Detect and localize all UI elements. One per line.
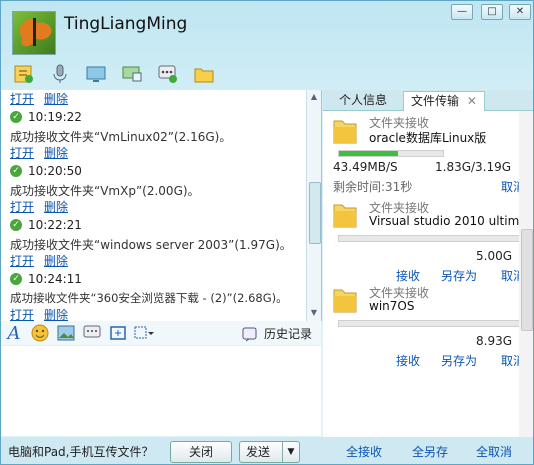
window-title: TingLiangMing (64, 14, 188, 34)
progress-bar (338, 320, 524, 327)
transfer-size: 1.83G/3.19G (435, 160, 512, 174)
qq-chat-window: TingLiangMing — □ ✕ 打开 删除 ✓ 10:19:22 成功接… (0, 0, 534, 465)
progress-fill (339, 151, 399, 156)
send-label: 发送 (246, 445, 271, 459)
transfer-scrollbar[interactable] (519, 111, 533, 437)
check-icon: ✓ (10, 273, 22, 285)
avatar[interactable] (12, 11, 56, 55)
tab-profile[interactable]: 个人信息 (331, 91, 395, 110)
file-name: win7OS (369, 299, 415, 313)
message-text: 成功接收文件夹“360安全浏览器下载 - (2)”(2.68G)。 (10, 291, 288, 305)
transfer-item-1: 文件夹接收 oracle数据库Linux版 43.49MB/S 1.83G/3.… (323, 111, 533, 195)
toolbar (11, 62, 217, 88)
open-link[interactable]: 打开 (10, 200, 34, 214)
delete-link[interactable]: 删除 (44, 200, 68, 214)
message-1: 打开 删除 ✓ 10:19:22 成功接收文件夹“VmLinux02”(2.16G)… (10, 90, 231, 145)
image-icon[interactable] (53, 322, 79, 344)
message-editor[interactable] (1, 346, 321, 436)
accept-all-link[interactable]: 全接收 (346, 443, 382, 460)
message-4: 打开 删除 ✓ 10:24:11 成功接收文件夹“360安全浏览器下载 - (2)”… (10, 252, 288, 306)
send-options-icon[interactable]: ▼ (282, 442, 299, 462)
open-link[interactable]: 打开 (10, 254, 34, 268)
delete-link[interactable]: 删除 (44, 146, 68, 160)
save-all-link[interactable]: 全另存 (412, 443, 448, 460)
check-icon: ✓ (10, 165, 22, 177)
folder-icon (333, 120, 357, 144)
message-text: 成功接收文件夹“VmLinux02”(2.16G)。 (10, 130, 232, 144)
progress-bar (338, 150, 444, 157)
transfer-speed: 43.49MB/S (333, 160, 398, 174)
scroll-thumb[interactable] (521, 229, 533, 331)
message-time: 10:19:22 (28, 110, 82, 124)
check-icon: ✓ (10, 111, 22, 123)
font-icon[interactable]: A (1, 322, 27, 344)
emoji-icon[interactable] (27, 322, 53, 344)
capture-dropdown-icon[interactable] (131, 322, 157, 344)
message-text: 成功接收文件夹“VmXp”(2.00G)。 (10, 184, 200, 198)
maximize-button[interactable]: □ (481, 4, 503, 20)
open-link[interactable]: 打开 (10, 92, 34, 106)
save-as-link[interactable]: 另存为 (441, 352, 477, 369)
message-5-partial: 打开 删除 (10, 306, 78, 321)
side-tabs: 个人信息 文件传输 ✕ (323, 90, 533, 111)
file-name: oracle数据库Linux版 (369, 131, 487, 145)
message-2: 打开 删除 ✓ 10:20:50 成功接收文件夹“VmXp”(2.00G)。 (10, 144, 200, 199)
accept-link[interactable]: 接收 (396, 352, 420, 369)
send-file-icon[interactable] (11, 62, 37, 86)
delete-link[interactable]: 删除 (44, 254, 68, 268)
history-icon (242, 327, 257, 341)
remote-desktop-icon[interactable] (119, 62, 145, 86)
bottom-bar: 电脑和Pad,手机互传文件？ 关闭 发送 ▼ 全接收 全另存 全取消 (1, 437, 533, 464)
chat-bubble-icon[interactable] (79, 322, 105, 344)
send-button[interactable]: 发送 ▼ (239, 441, 300, 463)
message-text: 成功接收文件夹“windows server 2003”(1.97G)。 (10, 238, 292, 252)
transfer-size: 8.93G (476, 334, 513, 348)
close-tab-icon[interactable]: ✕ (467, 94, 477, 108)
tab-file-transfer[interactable]: 文件传输 ✕ (403, 91, 485, 111)
tab-file-transfer-label: 文件传输 (411, 94, 460, 108)
folder-icon (333, 204, 357, 228)
transfer-list: 文件夹接收 oracle数据库Linux版 43.49MB/S 1.83G/3.… (323, 111, 533, 437)
message-time: 10:24:11 (28, 272, 82, 286)
transfer-item-3: 文件夹接收 win7OS 8.93G 接收 另存为 取消 (323, 280, 533, 368)
transfer-item-2: 文件夹接收 Virsual studio 2010 ultim... 5.00G… (323, 195, 533, 283)
message-time: 10:20:50 (28, 164, 82, 178)
transfer-size: 5.00G (476, 249, 513, 263)
check-icon: ✓ (10, 219, 22, 231)
delete-link[interactable]: 删除 (44, 308, 68, 321)
history-button[interactable]: 历史记录 (242, 325, 312, 342)
message-time: 10:22:21 (28, 218, 82, 232)
delete-link[interactable]: 删除 (44, 92, 68, 106)
folder-icon (333, 289, 357, 313)
screenshot-icon[interactable] (105, 322, 131, 344)
side-panel: 个人信息 文件传输 ✕ 文件夹接收 oracle数据库Linux版 43.49M… (323, 90, 533, 437)
open-link[interactable]: 打开 (10, 146, 34, 160)
close-button[interactable]: 关闭 (170, 441, 232, 463)
file-name: Virsual studio 2010 ultim... (369, 214, 529, 228)
window-header: TingLiangMing — □ ✕ (1, 1, 533, 89)
video-icon[interactable] (83, 62, 109, 86)
progress-bar (338, 235, 524, 242)
close-window-button[interactable]: ✕ (509, 4, 531, 20)
microphone-icon[interactable] (47, 62, 73, 86)
scroll-up-icon[interactable]: ▲ (309, 92, 319, 102)
open-link[interactable]: 打开 (10, 308, 34, 321)
multi-chat-icon[interactable] (155, 62, 181, 86)
scroll-down-icon[interactable]: ▼ (309, 308, 319, 318)
minimize-button[interactable]: — (451, 4, 473, 20)
chat-scrollbar[interactable]: ▲ ▼ (306, 90, 321, 321)
cancel-all-link[interactable]: 全取消 (476, 443, 512, 460)
scroll-thumb[interactable] (309, 182, 321, 244)
remaining-time: 剩余时间:31秒 (333, 180, 413, 194)
folder-share-icon[interactable] (191, 62, 217, 86)
chat-history: 打开 删除 ✓ 10:19:22 成功接收文件夹“VmLinux02”(2.16G)… (1, 90, 322, 321)
history-label: 历史记录 (264, 327, 313, 341)
message-3: 打开 删除 ✓ 10:22:21 成功接收文件夹“windows server 20… (10, 198, 292, 253)
transfer-prompt: 电脑和Pad,手机互传文件？ (8, 445, 154, 459)
